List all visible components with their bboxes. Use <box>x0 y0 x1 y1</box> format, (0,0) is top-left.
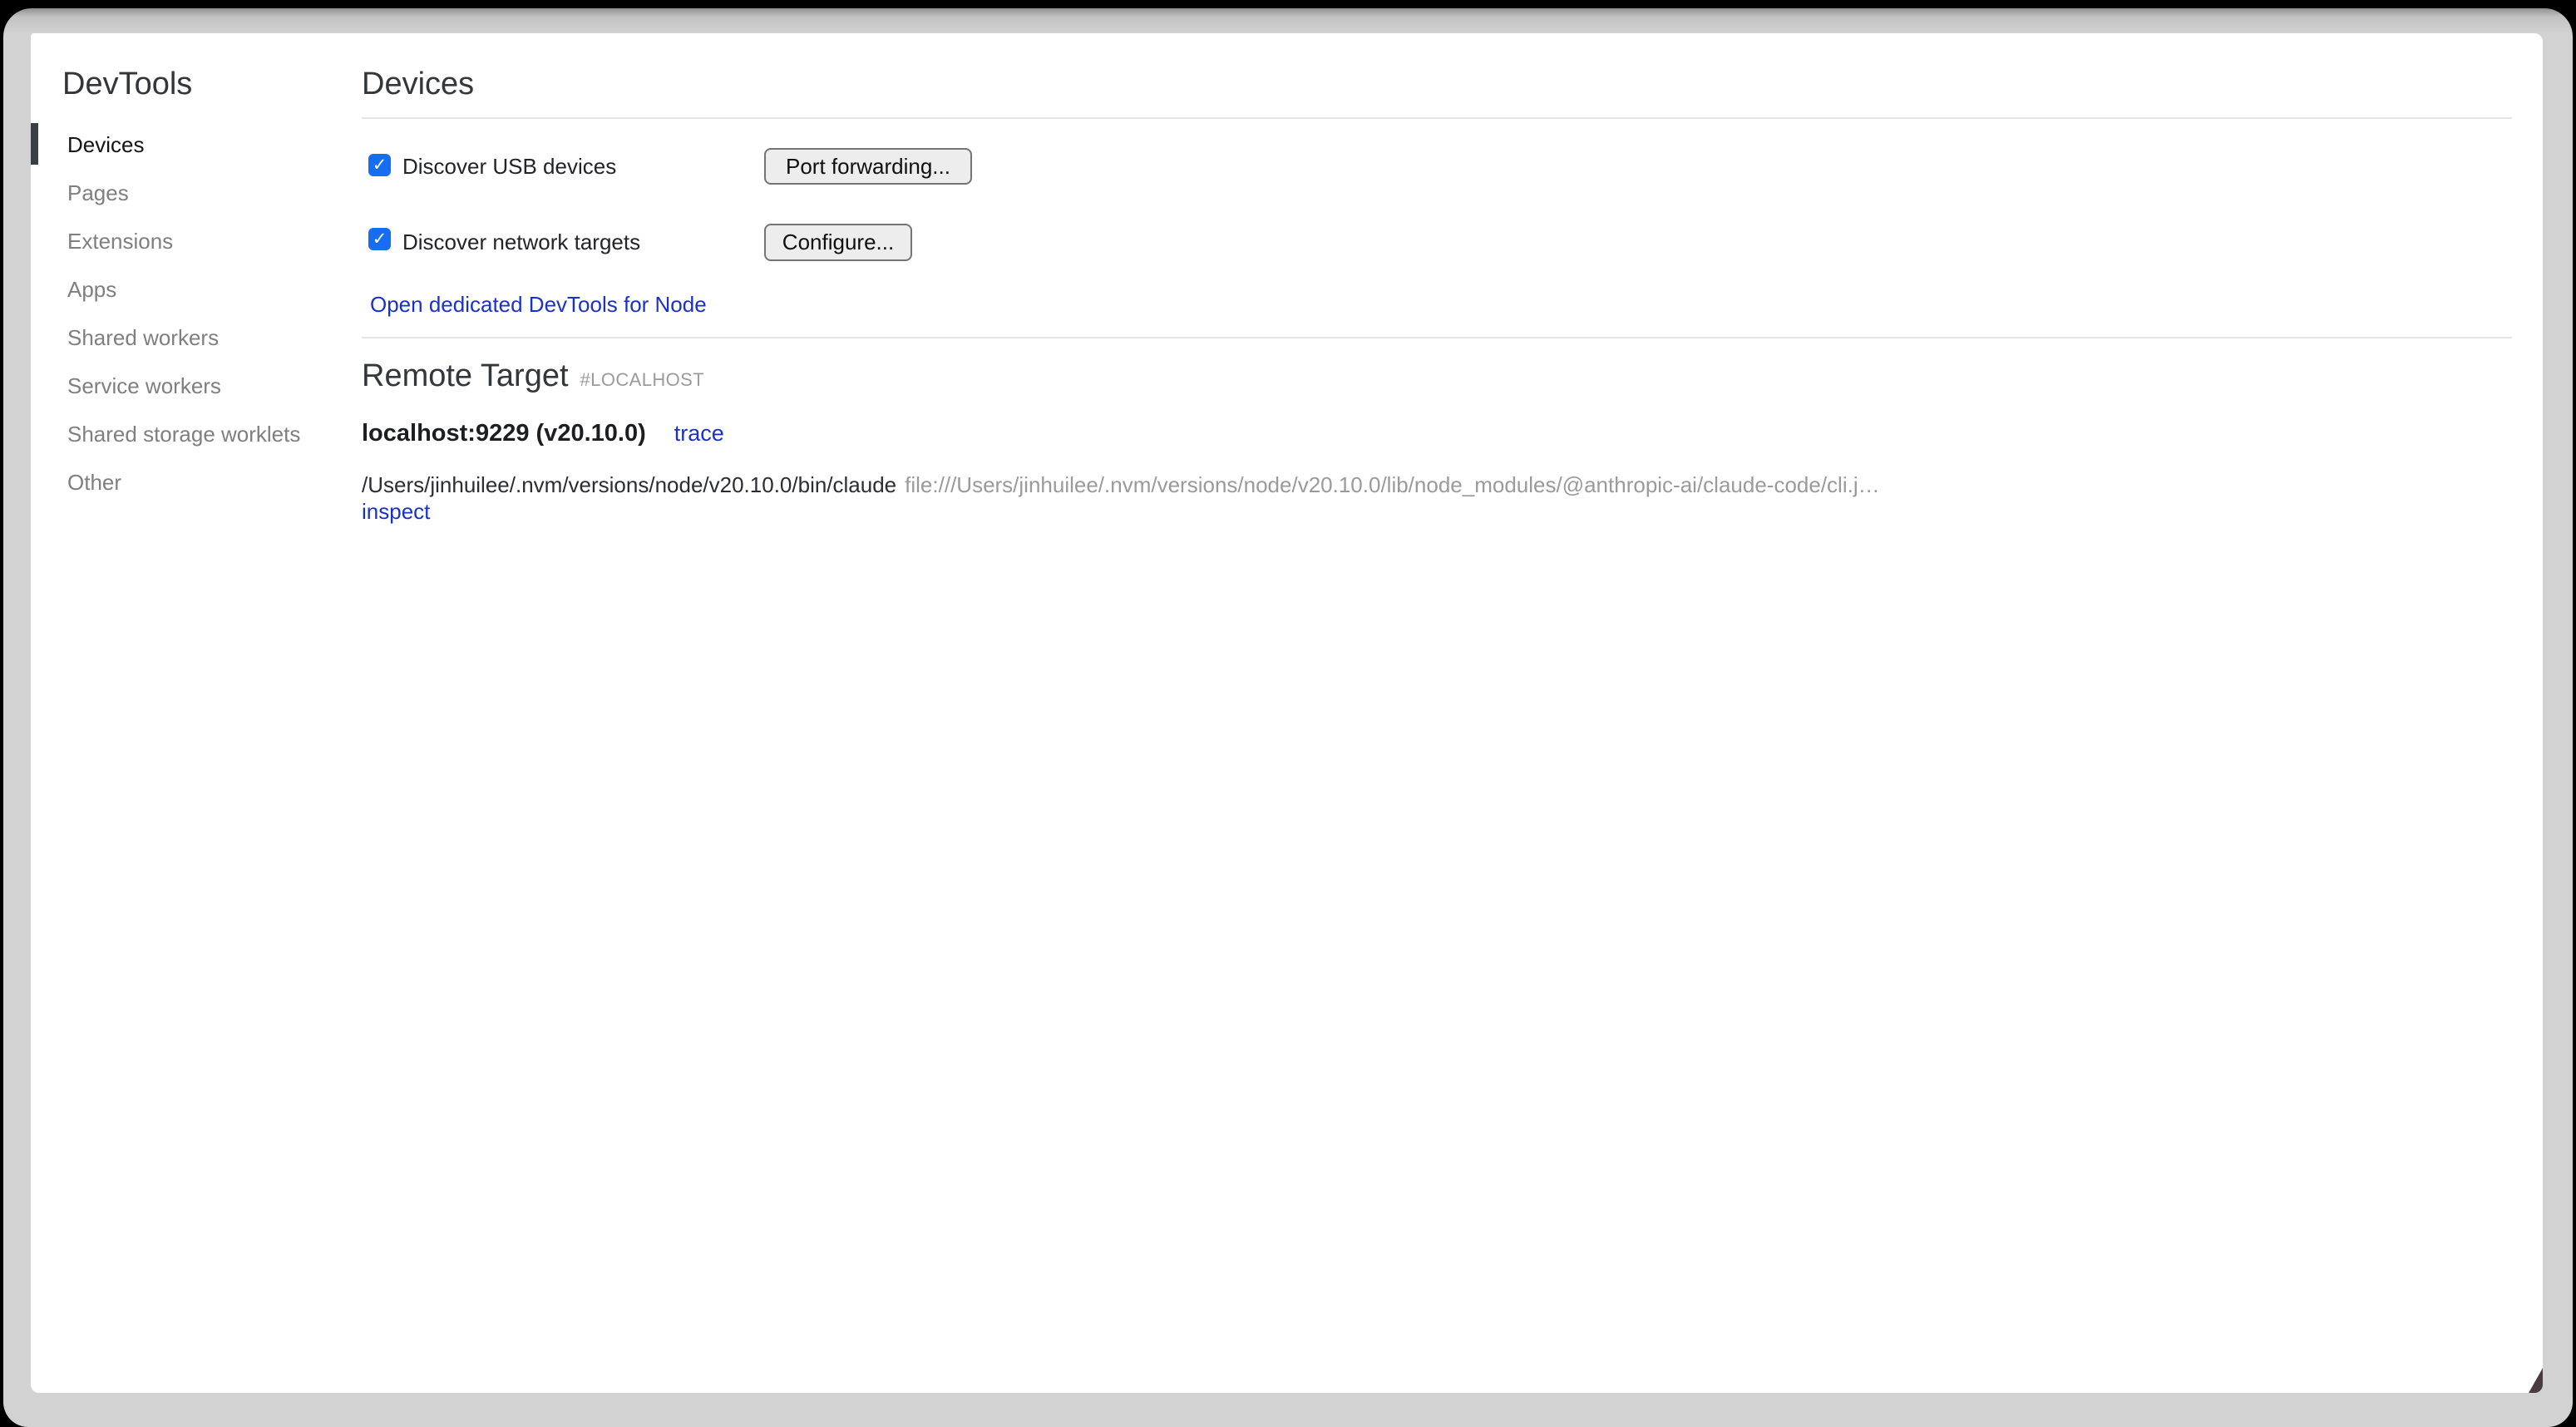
screen-background: DevTools Devices Pages Extensions Apps S… <box>0 0 2576 1427</box>
open-node-devtools-link[interactable]: Open dedicated DevTools for Node <box>370 292 707 317</box>
remote-target-heading: Remote Target #LOCALHOST <box>362 359 704 397</box>
sidebar-item-extensions[interactable]: Extensions <box>67 217 300 265</box>
remote-target-title: Remote Target <box>362 358 569 393</box>
target-row: localhost:9229 (v20.10.0) trace <box>362 420 724 447</box>
sidebar-item-devices[interactable]: Devices <box>67 121 300 169</box>
target-process-path: /Users/jinhuilee/.nvm/versions/node/v20.… <box>362 472 896 497</box>
inspect-link[interactable]: inspect <box>362 499 430 524</box>
localhost-tag: #LOCALHOST <box>580 369 705 390</box>
window-content: DevTools Devices Pages Extensions Apps S… <box>31 33 2543 1393</box>
section-divider <box>362 117 2512 119</box>
sidebar-nav: Devices Pages Extensions Apps Shared wor… <box>67 121 300 506</box>
active-item-indicator <box>31 123 38 165</box>
cursor-pointer <box>2529 1368 2543 1393</box>
discover-network-label: Discover network targets <box>402 230 640 254</box>
configure-button[interactable]: Configure... <box>764 224 912 261</box>
trace-link[interactable]: trace <box>674 421 724 446</box>
discover-usb-label: Discover USB devices <box>402 155 616 178</box>
port-forwarding-button[interactable]: Port forwarding... <box>764 148 972 185</box>
sidebar-item-shared-workers[interactable]: Shared workers <box>67 314 300 362</box>
target-path-row: /Users/jinhuilee/.nvm/versions/node/v20.… <box>362 472 1880 497</box>
checkmark-icon: ✓ <box>373 229 387 249</box>
discover-usb-checkbox[interactable]: ✓ <box>368 154 391 176</box>
sidebar-item-other[interactable]: Other <box>67 458 300 506</box>
sidebar-item-apps[interactable]: Apps <box>67 265 300 314</box>
checkmark-icon: ✓ <box>373 155 387 175</box>
sidebar-item-service-workers[interactable]: Service workers <box>67 362 300 410</box>
window-frame: DevTools Devices Pages Extensions Apps S… <box>3 8 2573 1427</box>
target-file-url: file:///Users/jinhuilee/.nvm/versions/no… <box>905 472 1879 497</box>
sidebar-title: DevTools <box>62 67 192 101</box>
sidebar-item-pages[interactable]: Pages <box>67 169 300 217</box>
target-name: localhost:9229 (v20.10.0) <box>362 420 646 447</box>
devices-heading: Devices <box>362 67 474 101</box>
sidebar-item-shared-storage-worklets[interactable]: Shared storage worklets <box>67 410 300 458</box>
section-divider <box>362 337 2512 338</box>
discover-network-checkbox[interactable]: ✓ <box>368 228 391 250</box>
